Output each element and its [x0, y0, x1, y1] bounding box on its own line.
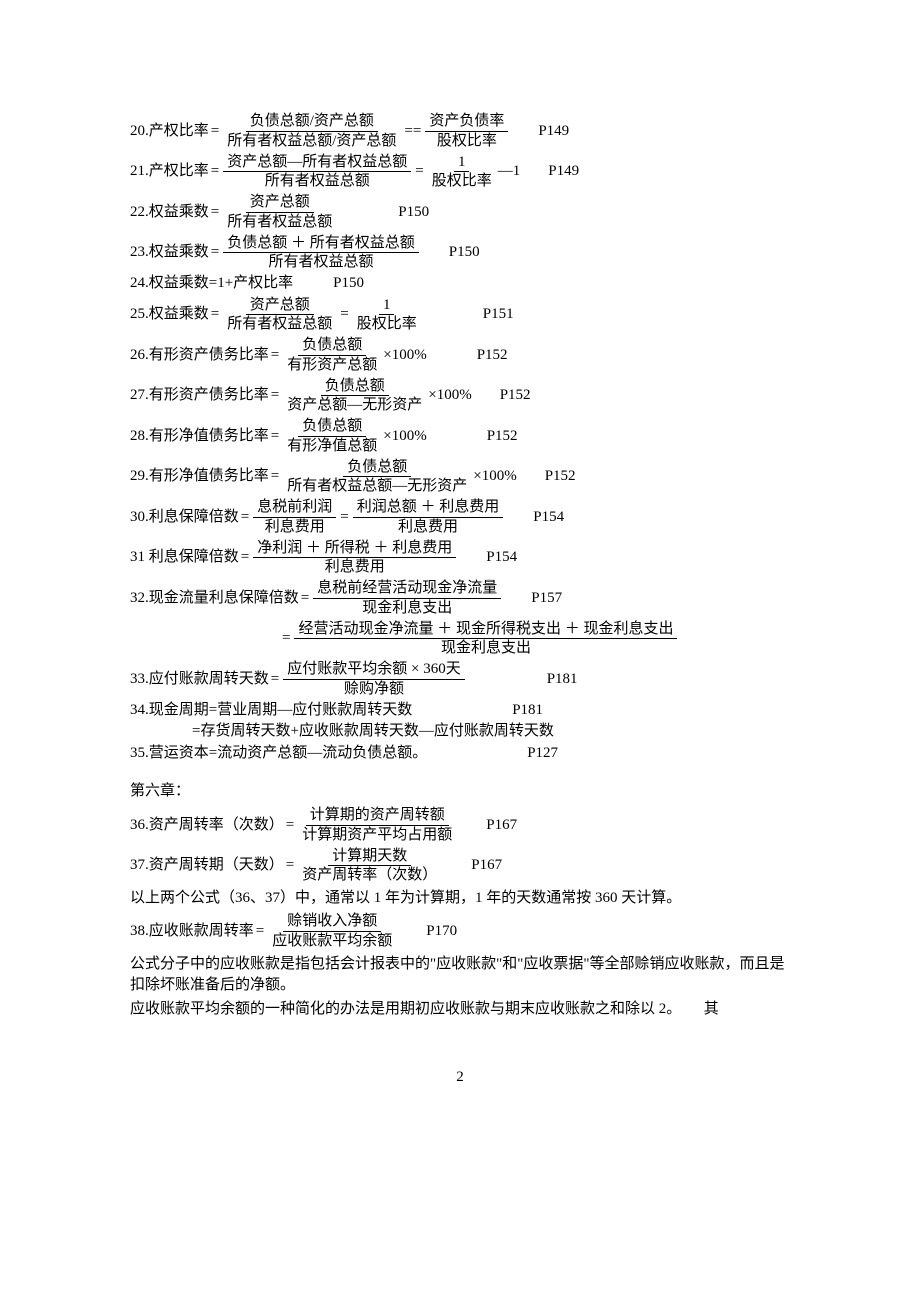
formula-27: 27.有形资产债务比率= 负债总额 资产总额—无形资产 ×100% P152	[130, 377, 790, 416]
note-38a: 公式分子中的应收账款是指包括会计报表中的"应收账款"和"应收票据"等全部赊销应收…	[130, 954, 790, 996]
page-content: 20.产权比率= 负债总额/资产总额 所有者权益总额/资产总额 == 资产负债率…	[0, 0, 920, 1147]
formula-30: 30.利息保障倍数= 息税前利润 利息费用 = 利润总额 ＋ 利息费用 利息费用…	[130, 498, 790, 537]
label: 20.产权比率	[130, 122, 209, 142]
page-ref: P152	[487, 427, 518, 447]
label: 26.有形资产债务比率	[130, 346, 269, 366]
formula-21: 21.产权比率= 资产总额—所有者权益总额 所有者权益总额 = 1 股权比率 —…	[130, 153, 790, 192]
fraction: 息税前利润 利息费用	[253, 498, 336, 537]
label: 37.资产周转期（天数）	[130, 856, 284, 876]
formula-32: 32.现金流量利息保障倍数= 息税前经营活动现金净流量 现金利息支出 P157	[130, 579, 790, 618]
label: 30.利息保障倍数	[130, 508, 239, 528]
suffix: —1	[498, 162, 521, 182]
page-ref: P152	[477, 346, 508, 366]
formula-22: 22.权益乘数= 资产总额 所有者权益总额 P150	[130, 193, 790, 232]
label: 25.权益乘数	[130, 305, 209, 325]
fraction: 负债总额 ＋ 所有者权益总额 所有者权益总额	[223, 234, 419, 273]
formula-31: 31 利息保障倍数= 净利润 ＋ 所得税 ＋ 利息费用 利息费用 P154	[130, 539, 790, 578]
fraction: 资产负债率 股权比率	[425, 112, 508, 151]
label: 21.产权比率	[130, 162, 209, 182]
formula-35: 35.营运资本=流动资产总额—流动负债总额。 P127	[130, 744, 790, 764]
page-ref: P152	[500, 386, 531, 406]
label: 31 利息保障倍数	[130, 548, 239, 568]
page-ref: P181	[512, 701, 543, 721]
label: 23.权益乘数	[130, 243, 209, 263]
suffix: ×100%	[473, 467, 516, 487]
formula-33: 33.应付账款周转天数= 应付账款平均余额 × 360天 赊购净额 P181	[130, 660, 790, 699]
fraction: 负债总额 资产总额—无形资产	[283, 377, 426, 416]
label: 33.应付账款周转天数	[130, 670, 269, 690]
fraction: 负债总额 所有者权益总额—无形资产	[283, 458, 471, 497]
formula-25: 25.权益乘数= 资产总额 所有者权益总额 = 1 股权比率 P151	[130, 296, 790, 335]
suffix: ×100%	[383, 427, 426, 447]
page-ref: P150	[333, 274, 364, 294]
fraction: 资产总额 所有者权益总额	[223, 193, 336, 232]
label: 28.有形净值债务比率	[130, 427, 269, 447]
page-ref: P150	[398, 203, 429, 223]
fraction: 负债总额 有形资产总额	[283, 336, 381, 375]
suffix: ×100%	[383, 346, 426, 366]
fraction: 经营活动现金净流量 ＋ 现金所得税支出 ＋ 现金利息支出 现金利息支出	[294, 620, 677, 659]
fraction: 净利润 ＋ 所得税 ＋ 利息费用 利息费用	[253, 539, 456, 578]
formula-20: 20.产权比率= 负债总额/资产总额 所有者权益总额/资产总额 == 资产负债率…	[130, 112, 790, 151]
fraction: 应付账款平均余额 × 360天 赊购净额	[283, 660, 464, 699]
fraction: 负债总额/资产总额 所有者权益总额/资产总额	[223, 112, 400, 151]
formula-29: 29.有形净值债务比率= 负债总额 所有者权益总额—无形资产 ×100% P15…	[130, 458, 790, 497]
formula-34: 34.现金周期=营业周期—应付账款周转天数 P181	[130, 701, 790, 721]
text: =存货周转天数+应收账款周转天数—应付账款周转天数	[192, 722, 554, 742]
page-ref: P149	[548, 162, 579, 182]
page-ref: P127	[527, 744, 558, 764]
chapter-heading: 第六章：	[130, 781, 790, 802]
page-number: 2	[130, 1068, 790, 1088]
text: 35.营运资本=流动资产总额—流动负债总额。	[130, 744, 427, 764]
label: 27.有形资产债务比率	[130, 386, 269, 406]
page-ref: P181	[547, 670, 578, 690]
page-ref: P167	[486, 816, 517, 836]
label: 38.应收账款周转率	[130, 922, 254, 942]
formula-38: 38.应收账款周转率= 赊销收入净额 应收账款平均余额 P170	[130, 912, 790, 951]
suffix: ×100%	[428, 386, 471, 406]
note-38b: 应收账款平均余额的一种简化的办法是用期初应收账款与期末应收账款之和除以 2。 其	[130, 999, 790, 1020]
fraction: 计算期的资产周转额 计算期资产平均占用额	[298, 806, 456, 845]
label: 36.资产周转率（次数）	[130, 816, 284, 836]
formula-34-continued: =存货周转天数+应收账款周转天数—应付账款周转天数	[192, 722, 790, 742]
formula-23: 23.权益乘数= 负债总额 ＋ 所有者权益总额 所有者权益总额 P150	[130, 234, 790, 273]
fraction: 利润总额 ＋ 利息费用 利息费用	[353, 498, 504, 537]
page-ref: P150	[449, 243, 480, 263]
label: 29.有形净值债务比率	[130, 467, 269, 487]
page-ref: P154	[486, 548, 517, 568]
page-ref: P167	[471, 856, 502, 876]
fraction: 1 股权比率	[353, 296, 421, 335]
page-ref: P154	[533, 508, 564, 528]
page-ref: P170	[426, 922, 457, 942]
fraction: 息税前经营活动现金净流量 现金利息支出	[313, 579, 501, 618]
formula-32-continued: = 经营活动现金净流量 ＋ 现金所得税支出 ＋ 现金利息支出 现金利息支出	[280, 620, 790, 659]
fraction: 资产总额 所有者权益总额	[223, 296, 336, 335]
text: 34.现金周期=营业周期—应付账款周转天数	[130, 701, 412, 721]
page-ref: P149	[538, 122, 569, 142]
text: 24.权益乘数=1+产权比率	[130, 274, 293, 294]
note-36-37: 以上两个公式（36、37）中，通常以 1 年为计算期，1 年的天数通常按 360…	[130, 888, 790, 909]
page-ref: P151	[483, 305, 514, 325]
formula-24: 24.权益乘数=1+产权比率 P150	[130, 274, 790, 294]
label: 32.现金流量利息保障倍数	[130, 589, 299, 609]
fraction: 赊销收入净额 应收账款平均余额	[268, 912, 396, 951]
fraction: 资产总额—所有者权益总额 所有者权益总额	[223, 153, 411, 192]
formula-26: 26.有形资产债务比率= 负债总额 有形资产总额 ×100% P152	[130, 336, 790, 375]
fraction: 计算期天数 资产周转率（次数）	[298, 847, 441, 886]
fraction: 1 股权比率	[428, 153, 496, 192]
label: 22.权益乘数	[130, 203, 209, 223]
page-ref: P152	[545, 467, 576, 487]
formula-36: 36.资产周转率（次数）= 计算期的资产周转额 计算期资产平均占用额 P167	[130, 806, 790, 845]
formula-28: 28.有形净值债务比率= 负债总额 有形净值总额 ×100% P152	[130, 417, 790, 456]
fraction: 负债总额 有形净值总额	[283, 417, 381, 456]
formula-37: 37.资产周转期（天数）= 计算期天数 资产周转率（次数） P167	[130, 847, 790, 886]
page-ref: P157	[531, 589, 562, 609]
